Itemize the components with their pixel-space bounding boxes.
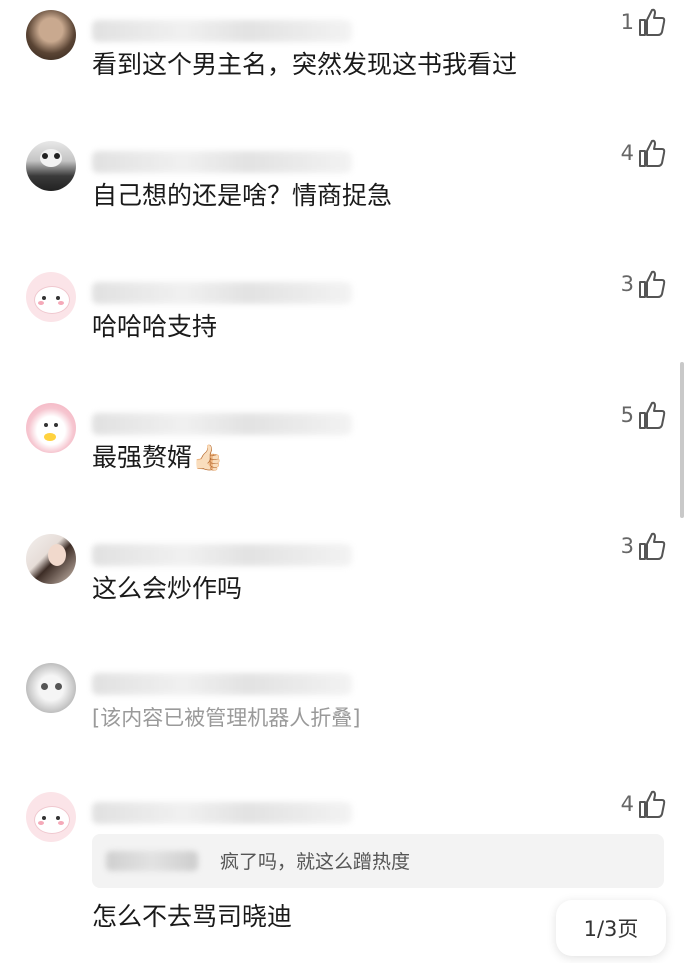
like-count: 1 [620, 10, 634, 34]
blurred-username-meta [92, 673, 352, 695]
comment-text: 看到这个男主名，突然发现这书我看过 [92, 50, 518, 79]
blurred-username-meta [92, 544, 352, 566]
like-count: 3 [620, 272, 634, 296]
thumbs-up-icon [639, 270, 666, 298]
avatar[interactable] [26, 272, 76, 322]
avatar[interactable] [26, 534, 76, 584]
blurred-quote-username [106, 851, 198, 871]
page-indicator-button[interactable]: 1/3页 [556, 900, 666, 956]
blurred-username-meta [92, 413, 352, 435]
like-button[interactable]: 3 [621, 266, 666, 302]
like-button[interactable]: 4 [621, 786, 666, 822]
thumbs-up-icon [639, 790, 666, 818]
avatar[interactable] [26, 792, 76, 842]
like-button[interactable]: 5 [621, 397, 666, 433]
page-indicator-label: 1/3页 [583, 917, 639, 941]
avatar[interactable] [26, 663, 76, 713]
avatar[interactable] [26, 10, 76, 60]
comment-text: 这么会炒作吗 [92, 574, 243, 603]
comment-text: 哈哈哈支持 [92, 312, 218, 341]
like-count: 5 [620, 403, 634, 427]
comment-text: 自己想的还是啥？情商捉急 [92, 181, 393, 210]
scrollbar[interactable] [680, 362, 684, 518]
like-button[interactable]: 1 [621, 4, 666, 40]
quoted-reply[interactable]: 疯了吗，就这么蹭热度 [92, 834, 664, 888]
like-button[interactable]: 4 [621, 135, 666, 171]
thumbs-up-icon [639, 401, 666, 429]
like-count: 4 [620, 141, 634, 165]
thumbs-up-icon [639, 532, 666, 560]
like-count: 4 [620, 792, 634, 816]
thumbs-up-icon [639, 8, 666, 36]
blurred-username-meta [92, 282, 352, 304]
thumbs-up-icon [639, 139, 666, 167]
avatar[interactable] [26, 141, 76, 191]
quoted-reply-text: 疯了吗，就这么蹭热度 [220, 851, 411, 873]
like-button[interactable]: 3 [621, 528, 666, 564]
blurred-username-meta [92, 20, 352, 42]
comment-text: 怎么不去骂司晓迪 [92, 902, 293, 931]
like-count: 3 [620, 534, 634, 558]
folded-notice: [该内容已被管理机器人折叠] [92, 706, 361, 730]
comment-text: 最强赘婿👍🏻 [92, 443, 224, 472]
avatar[interactable] [26, 403, 76, 453]
blurred-username-meta [92, 151, 352, 173]
blurred-username-meta [92, 802, 352, 824]
